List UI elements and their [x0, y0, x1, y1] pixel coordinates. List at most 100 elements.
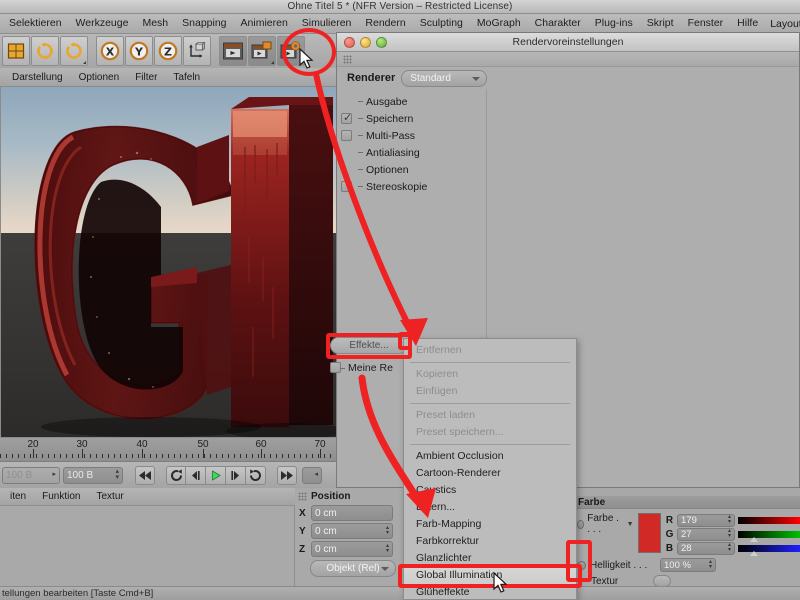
- menu-item-plugins[interactable]: Plug-ins: [588, 14, 640, 33]
- tree-checkbox-speichern[interactable]: [341, 111, 352, 124]
- channel-g-gradient[interactable]: [738, 530, 800, 542]
- channel-input-g[interactable]: 27 ▴ ▾: [677, 527, 735, 541]
- context-menu-item-preset-speichern[interactable]: Preset speichern...: [404, 424, 576, 441]
- transport-extra-field[interactable]: ◂: [302, 466, 322, 484]
- tree-item-ausgabe[interactable]: Ausgabe: [337, 93, 486, 110]
- render-settings-titlebar[interactable]: Rendervoreinstellungen: [337, 33, 799, 52]
- render-view-icon[interactable]: [219, 36, 247, 66]
- menu-item-mesh[interactable]: Mesh: [135, 14, 175, 33]
- lock-y-axis-icon[interactable]: Y: [125, 36, 153, 66]
- step-back-button[interactable]: [186, 465, 206, 485]
- frame-from-arrow-icon[interactable]: ▸: [52, 471, 56, 478]
- minimize-window-button[interactable]: [360, 36, 371, 48]
- coord-input-x[interactable]: 0 cm: [311, 505, 393, 521]
- panel-grip-icon[interactable]: [298, 491, 307, 501]
- timeline-ruler[interactable]: 20 30 40 50 60 70: [0, 438, 341, 462]
- menu-item-animieren[interactable]: Animieren: [234, 14, 295, 33]
- color-mode-radio[interactable]: [577, 519, 585, 529]
- viewport-3d[interactable]: [0, 86, 339, 438]
- context-menu-item-cartoon-renderer[interactable]: Cartoon-Renderer: [404, 465, 576, 482]
- brightness-input[interactable]: 100 % ▴ ▾: [660, 558, 716, 572]
- channel-input-r[interactable]: 179 ▴ ▾: [677, 513, 735, 527]
- menu-item-rendern[interactable]: Rendern: [358, 14, 412, 33]
- layout-label: Layout:: [770, 17, 800, 30]
- transport-extra-arrow-icon[interactable]: ◂: [314, 471, 318, 478]
- menu-item-selektieren[interactable]: Selektieren: [2, 14, 69, 33]
- context-menu-item-extern[interactable]: Extern...: [404, 499, 576, 516]
- tree-item-optionen[interactable]: Optionen: [337, 161, 486, 178]
- menu-item-sculpting[interactable]: Sculpting: [413, 14, 470, 33]
- play-button[interactable]: [206, 465, 226, 485]
- material-menu-textur[interactable]: Textur: [88, 491, 131, 502]
- world-object-coordinate-icon[interactable]: [183, 36, 211, 66]
- render-settings-grip-icon[interactable]: [343, 54, 352, 64]
- menu-item-skript[interactable]: Skript: [640, 14, 681, 33]
- channel-r-gradient[interactable]: [738, 516, 800, 524]
- context-menu-item-kopieren[interactable]: Kopieren: [404, 366, 576, 383]
- color-swatch[interactable]: [637, 513, 661, 553]
- coord-z-stepper-icon[interactable]: ▴ ▾: [386, 543, 389, 554]
- coord-input-z[interactable]: 0 cm ▴ ▾: [311, 541, 393, 557]
- context-menu-item-farb-mapping[interactable]: Farb-Mapping: [404, 516, 576, 533]
- menu-item-charakter[interactable]: Charakter: [528, 14, 588, 33]
- tree-item-stereoskopie[interactable]: Stereoskopie: [337, 178, 486, 195]
- viewport-menu-tafeln[interactable]: Tafeln: [165, 72, 208, 83]
- frame-from-field[interactable]: 100 B ▸: [2, 466, 60, 484]
- context-menu-item-caustics[interactable]: Caustics: [404, 482, 576, 499]
- channel-b-gradient[interactable]: [738, 544, 800, 556]
- frame-current-field[interactable]: 100 B ▴ ▾: [63, 466, 123, 484]
- renderer-dropdown[interactable]: Standard: [401, 69, 488, 87]
- context-menu-item-ambient-occlusion[interactable]: Ambient Occlusion: [404, 448, 576, 465]
- tree-item-speichern[interactable]: Speichern: [337, 110, 486, 127]
- viewport-menu-darstellung[interactable]: Darstellung: [4, 72, 71, 83]
- channel-r-stepper-icon[interactable]: ▴ ▾: [728, 514, 731, 525]
- context-menu-item-farbkorrektur[interactable]: Farbkorrektur: [404, 533, 576, 550]
- channel-b-handle[interactable]: [750, 550, 758, 556]
- status-bar-text: tellungen bearbeiten [Taste Cmd+B]: [2, 588, 154, 599]
- material-manager-area[interactable]: [0, 506, 295, 586]
- channel-g-stepper-icon[interactable]: ▴ ▾: [728, 528, 731, 539]
- coord-y-stepper-icon[interactable]: ▴ ▾: [386, 525, 389, 536]
- tree-checkbox-multipass[interactable]: [341, 130, 352, 141]
- channel-b-stepper-icon[interactable]: ▴ ▾: [728, 542, 731, 553]
- meine-rendervoreinstellung-item[interactable]: Meine Re: [340, 361, 412, 375]
- previous-key-button[interactable]: [166, 465, 186, 485]
- model-mode-icon[interactable]: [2, 36, 30, 66]
- lock-x-axis-icon[interactable]: X: [96, 36, 124, 66]
- tree-checkbox-stereoskopie[interactable]: [341, 181, 352, 192]
- coord-input-y[interactable]: 0 cm ▴ ▾: [311, 523, 393, 539]
- lock-z-axis-icon[interactable]: Z: [154, 36, 182, 66]
- render-settings-grip-row: [337, 52, 799, 67]
- viewport-menu-optionen[interactable]: Optionen: [71, 72, 128, 83]
- context-menu-item-preset-laden[interactable]: Preset laden: [404, 407, 576, 424]
- ruler-minor-tick: [264, 454, 265, 458]
- tree-item-multipass[interactable]: Multi-Pass: [337, 127, 486, 144]
- animation-transport-bar: 100 B ▸ 100 B ▴ ▾ ◂: [0, 462, 341, 488]
- material-menu-iten[interactable]: iten: [2, 491, 34, 502]
- menu-item-mograph[interactable]: MoGraph: [470, 14, 528, 33]
- menu-item-hilfe[interactable]: Hilfe: [730, 14, 765, 33]
- menu-item-werkzeuge[interactable]: Werkzeuge: [69, 14, 136, 33]
- material-menu-funktion[interactable]: Funktion: [34, 491, 88, 502]
- channel-input-b[interactable]: 28 ▴ ▾: [677, 541, 735, 555]
- go-to-end-button[interactable]: [277, 465, 297, 485]
- frame-current-stepper-icon[interactable]: ▴ ▾: [115, 468, 119, 481]
- viewport-menu-filter[interactable]: Filter: [127, 72, 165, 83]
- zoom-window-button[interactable]: [376, 36, 387, 48]
- context-menu-item-entfernen[interactable]: Entfernen: [404, 342, 576, 359]
- context-menu-item-einfuegen[interactable]: Einfügen: [404, 383, 576, 400]
- channel-g-handle[interactable]: [750, 536, 758, 542]
- rotate-object-axis-icon[interactable]: [31, 36, 59, 66]
- color-mode-chevron-icon[interactable]: ▼: [627, 521, 634, 528]
- close-window-button[interactable]: [344, 36, 355, 48]
- menu-item-snapping[interactable]: Snapping: [175, 14, 233, 33]
- go-to-start-button[interactable]: [135, 465, 155, 485]
- step-forward-button[interactable]: [226, 465, 246, 485]
- brightness-stepper-icon[interactable]: ▴ ▾: [709, 559, 712, 570]
- rotate-texture-axis-icon[interactable]: [60, 36, 88, 66]
- coordinate-mode-dropdown[interactable]: Objekt (Rel): [310, 560, 396, 577]
- next-key-button[interactable]: [246, 465, 266, 485]
- tree-item-antialiasing[interactable]: Antialiasing: [337, 144, 486, 161]
- render-to-picture-viewer-icon[interactable]: [248, 36, 276, 66]
- menu-item-fenster[interactable]: Fenster: [681, 14, 731, 33]
